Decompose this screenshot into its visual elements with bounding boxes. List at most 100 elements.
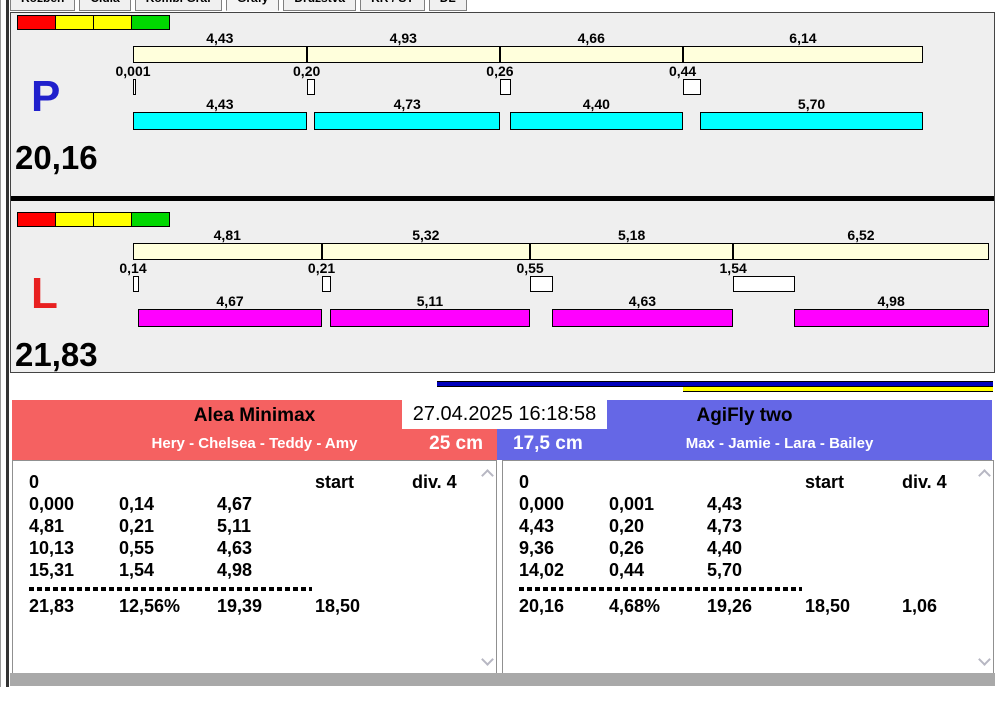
cell: 0,55 (119, 538, 155, 558)
cell (805, 515, 902, 537)
cell: 18,50 (805, 596, 851, 616)
cell: 19,39 (217, 596, 263, 616)
leg-total-bar (499, 46, 683, 63)
cell: 12,56% (119, 596, 181, 616)
cell: 4,43 (707, 494, 743, 514)
cell: start (315, 472, 355, 492)
cell (412, 559, 496, 581)
leg-total-label: 6,52 (847, 227, 875, 243)
run-time-bar (699, 112, 924, 130)
panel-left-runner: L 21,83 4,81 0,14 4,67 5,32 0,21 5,11 5,18 0,55 4,… (11, 201, 994, 372)
scroll-down-arrow[interactable] (978, 653, 991, 666)
pause-marker (733, 276, 795, 292)
table-body: 0 start div. 4 0,000 0,001 4,43 4,43 0,20 4,73 9,… (503, 461, 993, 617)
legend-color-box (93, 212, 132, 227)
cell: 0,000 (519, 494, 565, 514)
leg-total-bar (306, 46, 500, 63)
run-time-bar (138, 309, 322, 327)
table-row: 10,13 0,55 4,63 (13, 537, 496, 559)
legend-color-box (17, 212, 56, 227)
cell: 0 (29, 472, 40, 492)
cell: 18,50 (315, 596, 361, 616)
tab-dl[interactable]: DL (428, 0, 467, 11)
tab-bar: RozbehCidlaKombi GrafGrafyDružstvaKR / S… (10, 0, 467, 11)
pause-marker (133, 79, 136, 95)
cell: 4,63 (217, 538, 253, 558)
tab-cidla[interactable]: Cidla (79, 0, 131, 11)
cell: 14,02 (519, 560, 565, 580)
cell: 0,001 (609, 494, 655, 514)
pause-marker (306, 79, 316, 95)
progress-line (683, 386, 993, 392)
tab-dru-stva[interactable]: Družstva (283, 0, 357, 11)
side-letter: P (31, 72, 61, 121)
pause-marker (133, 276, 140, 292)
cell: 9,36 (519, 538, 555, 558)
run-time-label: 4,63 (628, 293, 657, 309)
run-time-bar (329, 309, 531, 327)
run-time-bar (314, 112, 500, 130)
height-category-badge: 17,5 cm (513, 433, 583, 454)
cell (707, 471, 805, 493)
height-category-badge: 25 cm (429, 433, 483, 454)
window-edge-outer (0, 0, 1, 687)
run-time-label: 4,67 (216, 293, 244, 309)
leg-total-label: 4,66 (577, 30, 605, 46)
cell: 0,20 (609, 516, 645, 536)
cell: 0,000 (29, 494, 75, 514)
tab-grafy[interactable]: Grafy (226, 0, 280, 11)
leg-total-label: 4,81 (213, 227, 241, 243)
cell (902, 537, 993, 559)
tab-kr-st[interactable]: KR / ST (360, 0, 425, 11)
tab-kombi-graf[interactable]: Kombi Graf (134, 0, 223, 11)
cell: 4,43 (519, 516, 555, 536)
results-table-right: 0 start div. 4 0,000 0,001 4,43 4,43 0,20 4,73 9,… (502, 460, 994, 674)
cell: 1,54 (119, 560, 155, 580)
cell (902, 559, 993, 581)
bottom-status-strip (10, 673, 995, 686)
tab-rozbeh[interactable]: Rozbeh (10, 0, 76, 11)
leg-total-label: 5,18 (617, 227, 646, 243)
legend-color-box (131, 212, 170, 227)
leg-total-bar (733, 243, 989, 260)
pause-marker (321, 276, 331, 292)
table-row: 0 start div. 4 (13, 471, 496, 493)
side-total-time: 20,16 (15, 139, 98, 176)
team-members: Hery - Chelsea - Teddy - Amy (151, 435, 358, 452)
pause-marker (530, 276, 553, 292)
table-row: 15,31 1,54 4,98 (13, 559, 496, 581)
legend-color-box (93, 15, 132, 30)
cell: 19,26 (707, 596, 753, 616)
leg-total-label: 4,43 (206, 30, 234, 46)
pause-marker (682, 79, 701, 95)
pause-time-label: 0,001 (115, 63, 151, 79)
legend-color-box (55, 15, 94, 30)
leg-total-bar (133, 243, 322, 260)
leg-total-label: 6,14 (789, 30, 817, 46)
legend-color-box (17, 15, 56, 30)
leg-total-bar (530, 243, 734, 260)
run-time-label: 5,11 (416, 293, 444, 309)
run-time-bar (793, 309, 989, 327)
cell: 4,67 (217, 494, 253, 514)
run-time-label: 4,98 (877, 293, 905, 309)
datetime-display: 27.04.2025 16:18:58 (402, 400, 607, 429)
totals-row: 21,83 12,56% 19,39 18,50 (13, 595, 496, 617)
cell (315, 559, 412, 581)
cell (805, 493, 902, 515)
cell: 5,70 (707, 560, 743, 580)
window-edge-inner (6, 0, 9, 687)
cell (412, 537, 496, 559)
scroll-down-arrow[interactable] (481, 653, 494, 666)
scroll-up-arrow[interactable] (978, 469, 991, 482)
table-row: 0,000 0,14 4,67 (13, 493, 496, 515)
table-row: 0 start div. 4 (503, 471, 993, 493)
cell: 5,11 (217, 516, 252, 536)
cell (805, 537, 902, 559)
cell: 0,44 (609, 560, 645, 580)
results-table-left: 0 start div. 4 0,000 0,14 4,67 4,81 0,21 5,11 10,… (12, 460, 497, 674)
cell (412, 493, 496, 515)
run-time-bar (551, 309, 734, 327)
cell (902, 515, 993, 537)
scroll-up-arrow[interactable] (481, 469, 494, 482)
